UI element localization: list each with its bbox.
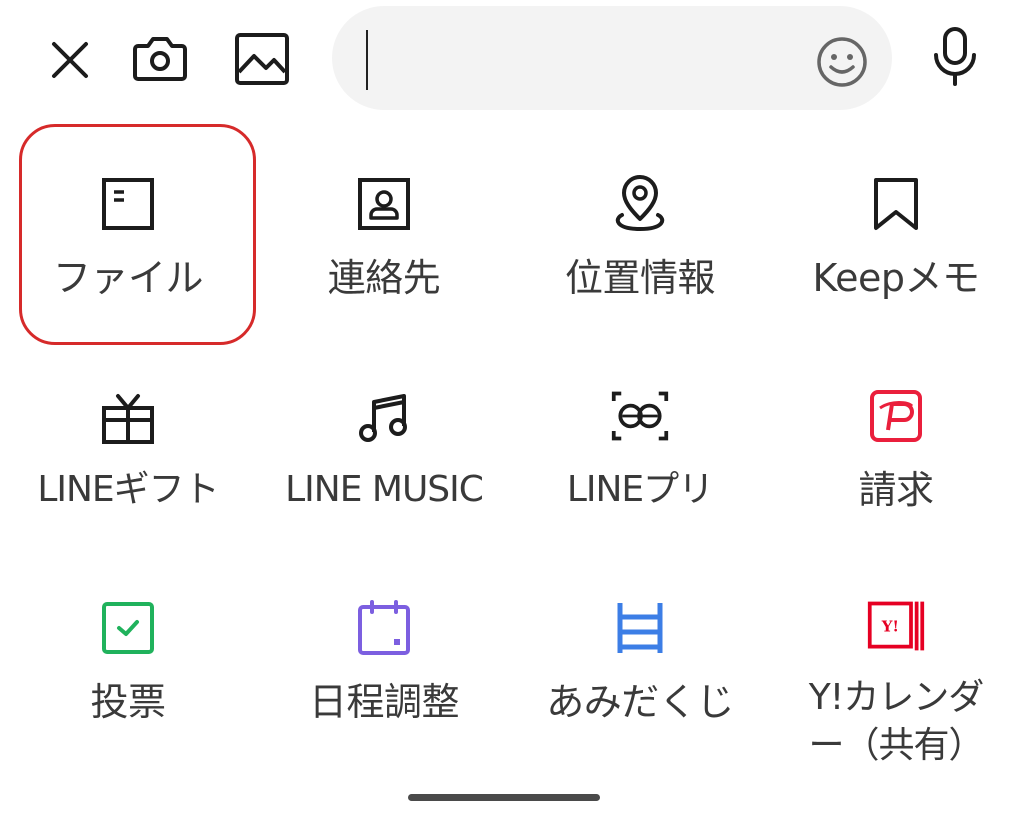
svg-text:Y!: Y! [881, 618, 899, 636]
menu-item-label: 位置情報 [564, 256, 716, 300]
menu-item-line-puri[interactable]: LINEプリ [512, 336, 768, 548]
menu-item-payment-request[interactable]: 請求 [768, 336, 1024, 548]
menu-item-file[interactable]: ファイル [0, 124, 256, 336]
menu-item-line-gift[interactable]: LINEギフト [0, 336, 256, 548]
ladder-lottery-icon [610, 598, 670, 658]
menu-item-label: あみだくじ [546, 680, 734, 724]
menu-item-label: LINEプリ [566, 469, 714, 510]
image-icon[interactable] [230, 28, 294, 90]
bookmark-icon [866, 174, 926, 234]
location-pin-icon [610, 174, 670, 234]
menu-item-label: ファイル [52, 256, 204, 300]
menu-item-label: LINE MUSIC [285, 469, 484, 510]
payment-request-icon [866, 386, 926, 446]
photo-booth-icon [610, 386, 670, 446]
file-icon [98, 174, 158, 234]
vote-icon [98, 598, 158, 658]
menu-item-ladder-lottery[interactable]: あみだくじ [512, 548, 768, 760]
menu-item-vote[interactable]: 投票 [0, 548, 256, 760]
menu-item-label: Y!カレンダ ー（共有） [808, 677, 984, 766]
chat-input-toolbar [0, 0, 1024, 112]
close-icon[interactable] [44, 34, 96, 86]
menu-item-label: LINEギフト [37, 469, 219, 510]
menu-item-label: 連絡先 [327, 256, 441, 300]
gift-icon [98, 386, 158, 446]
camera-icon[interactable] [128, 26, 192, 90]
microphone-icon[interactable] [926, 24, 984, 90]
emoji-icon[interactable] [814, 34, 870, 90]
menu-item-contact[interactable]: 連絡先 [256, 124, 512, 336]
menu-item-schedule[interactable]: 日程調整 [256, 548, 512, 760]
menu-item-label: Keepメモ [812, 256, 980, 300]
attachment-menu-screen: ファイル 連絡先 位置情報 Keepメモ LINEギフト LINE MUSIC … [0, 0, 1024, 817]
menu-item-location[interactable]: 位置情報 [512, 124, 768, 336]
menu-item-line-music[interactable]: LINE MUSIC [256, 336, 512, 548]
text-caret [366, 30, 368, 90]
menu-item-yahoo-calendar[interactable]: Y! Y!カレンダ ー（共有） [768, 548, 1024, 766]
music-note-icon [354, 386, 414, 446]
home-indicator[interactable] [408, 794, 600, 801]
menu-item-label: 請求 [858, 468, 934, 512]
contact-icon [354, 174, 414, 234]
menu-item-label: 投票 [90, 680, 166, 724]
schedule-icon [354, 598, 414, 658]
menu-item-keep-memo[interactable]: Keepメモ [768, 124, 1024, 336]
yahoo-calendar-icon: Y! [866, 598, 926, 654]
menu-item-label: 日程調整 [308, 680, 460, 724]
message-input[interactable] [332, 6, 892, 110]
